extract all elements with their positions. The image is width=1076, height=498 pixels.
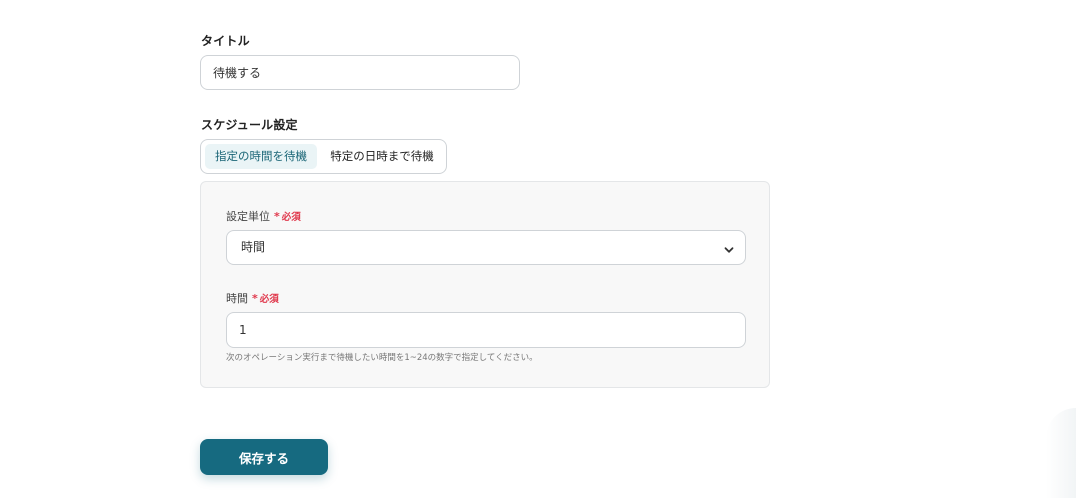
required-badge: 必須 (281, 212, 301, 223)
unit-select-value: 時間 (241, 240, 266, 254)
unit-select[interactable]: 時間 (226, 230, 746, 265)
hours-help-text: 次のオペレーション実行まで待機したい時間を1~24の数字で指定してください。 (226, 353, 538, 363)
corner-shade (1046, 408, 1076, 498)
save-button[interactable]: 保存する (200, 439, 328, 475)
wait-settings-page: タイトル スケジュール設定 指定の時間を待機 特定の日時まで待機 設定単位*必須… (0, 0, 1076, 498)
schedule-setting-label: スケジュール設定 (201, 118, 298, 132)
title-label: タイトル (201, 34, 250, 48)
tab-wait-duration[interactable]: 指定の時間を待機 (205, 144, 317, 169)
hours-field-label: 時間 * 必須 (226, 290, 279, 306)
chevron-down-icon (723, 241, 735, 253)
required-badge: 必須 (259, 294, 279, 305)
hours-input[interactable] (226, 312, 746, 348)
required-asterisk: * (274, 210, 280, 223)
wait-settings-panel: 設定単位*必須 時間 時間*必須 次のオペレーション実行まで待機したい時間を1~… (200, 181, 770, 388)
required-asterisk: * (252, 292, 258, 305)
tab-wait-until-datetime[interactable]: 特定の日時まで待機 (323, 144, 441, 169)
schedule-mode-tabs: 指定の時間を待機 特定の日時まで待機 (200, 139, 447, 174)
unit-field-label: 設定単位 * 必須 (226, 208, 301, 224)
title-input[interactable] (200, 55, 520, 90)
unit-label-text: 設定単位 (226, 210, 270, 223)
hours-label-text: 時間 (226, 292, 248, 305)
